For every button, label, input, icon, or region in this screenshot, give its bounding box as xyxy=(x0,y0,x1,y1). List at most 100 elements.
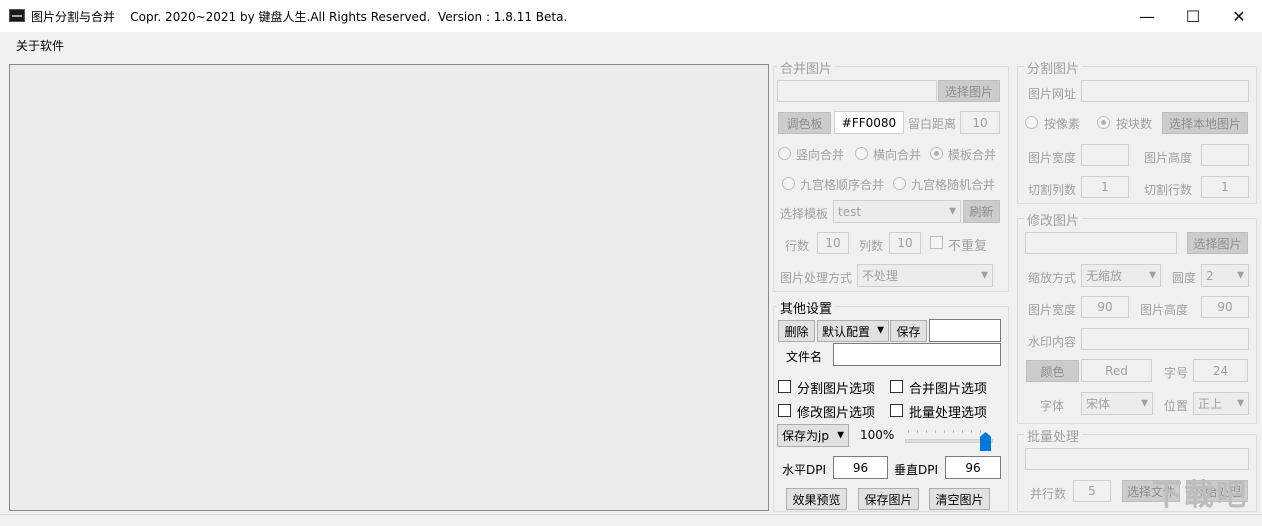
opt-split-checkbox[interactable] xyxy=(778,380,791,393)
clear-image-button[interactable]: 清空图片 xyxy=(929,488,990,510)
palette-button[interactable]: 调色板 xyxy=(778,112,831,134)
menu-bar xyxy=(0,32,1262,56)
maximize-button[interactable]: ☐ xyxy=(1170,0,1216,32)
split-cols-field[interactable]: 1 xyxy=(1081,176,1129,198)
rows-field[interactable]: 10 xyxy=(817,232,849,254)
opt-batch-label: 批量处理选项 xyxy=(909,406,988,421)
font-select[interactable]: 宋体 ▼ xyxy=(1081,392,1153,415)
modify-path-field[interactable] xyxy=(1025,232,1177,254)
font-size-field[interactable]: 24 xyxy=(1193,359,1248,382)
minimize-button[interactable]: — xyxy=(1124,0,1170,32)
image-preview-canvas[interactable] xyxy=(9,64,769,511)
select-local-image-button[interactable]: 选择本地图片 xyxy=(1162,112,1248,134)
vdpi-field[interactable]: 96 xyxy=(945,456,1001,479)
chevron-down-icon: ▼ xyxy=(1141,398,1148,408)
scale-label: 缩放方式 xyxy=(1028,271,1077,285)
vdpi-label: 垂直DPI xyxy=(894,463,939,477)
hdpi-label: 水平DPI xyxy=(782,463,827,477)
modify-height-field[interactable]: 90 xyxy=(1201,296,1249,318)
radio-grid-sequential-label: 九宫格顺序合并 xyxy=(800,178,885,192)
config-select-value: 默认配置 xyxy=(822,324,871,339)
delete-config-button[interactable]: 删除 xyxy=(778,320,815,342)
parallel-field[interactable]: 5 xyxy=(1073,480,1111,502)
split-rows-field[interactable]: 1 xyxy=(1201,176,1249,198)
radio-by-block[interactable] xyxy=(1097,116,1110,129)
radio-vertical-merge[interactable] xyxy=(778,147,791,160)
merge-legend: 合并图片 xyxy=(777,58,836,77)
opt-merge-checkbox[interactable] xyxy=(890,380,903,393)
process-select-value: 不处理 xyxy=(862,269,899,283)
format-select[interactable]: 保存为jp ▼ xyxy=(777,424,849,447)
font-select-value: 宋体 xyxy=(1086,397,1111,411)
refresh-button[interactable]: 刷新 xyxy=(963,200,1000,223)
opt-modify-checkbox[interactable] xyxy=(778,404,791,417)
chevron-down-icon: ▼ xyxy=(981,270,988,280)
modify-select-image-button[interactable]: 选择图片 xyxy=(1187,232,1248,254)
quality-slider[interactable] xyxy=(905,426,995,452)
chevron-down-icon: ▼ xyxy=(949,206,956,216)
radio-template-label: 模板合并 xyxy=(948,148,997,162)
modify-height-label: 图片高度 xyxy=(1140,303,1189,317)
slider-tick xyxy=(953,430,954,433)
gap-field[interactable]: 10 xyxy=(960,111,1000,134)
watermark-color-button[interactable]: 颜色 xyxy=(1026,360,1079,382)
config-name-field[interactable] xyxy=(929,319,1001,342)
modify-width-field[interactable]: 90 xyxy=(1081,296,1129,318)
position-select[interactable]: 正上 ▼ xyxy=(1193,392,1249,415)
app-icon xyxy=(9,9,25,22)
menu-about[interactable]: 关于软件 xyxy=(16,37,64,54)
hdpi-field[interactable]: 96 xyxy=(833,456,888,479)
preview-button[interactable]: 效果预览 xyxy=(786,488,847,510)
font-size-label: 字号 xyxy=(1164,366,1189,380)
config-select[interactable]: 默认配置 ▼ xyxy=(817,320,889,342)
radio-by-pixel[interactable] xyxy=(1025,116,1038,129)
url-field[interactable] xyxy=(1081,80,1249,102)
format-select-value: 保存为jp xyxy=(782,429,829,443)
save-image-button[interactable]: 保存图片 xyxy=(858,488,919,510)
radio-horizontal-merge[interactable] xyxy=(855,147,868,160)
opt-modify-label: 修改图片选项 xyxy=(797,406,876,421)
gap-label: 留白距离 xyxy=(908,117,957,131)
cols-field[interactable]: 10 xyxy=(889,232,921,254)
watermark-label: 水印内容 xyxy=(1028,335,1077,349)
scale-select[interactable]: 无缩放 ▼ xyxy=(1081,264,1161,287)
split-height-field[interactable] xyxy=(1201,144,1249,166)
cols-label: 列数 xyxy=(859,239,884,253)
no-repeat-label: 不重复 xyxy=(948,239,988,254)
split-width-field[interactable] xyxy=(1081,144,1129,166)
watermark-color-field[interactable]: Red xyxy=(1081,359,1152,382)
chevron-down-icon: ▼ xyxy=(1149,270,1156,280)
window-title: 图片分割与合并 Copr. 2020~2021 by 键盘人生.All Righ… xyxy=(31,10,568,24)
opt-batch-checkbox[interactable] xyxy=(890,404,903,417)
save-config-button[interactable]: 保存 xyxy=(890,320,927,342)
split-cols-label: 切割列数 xyxy=(1028,183,1077,197)
slider-tick xyxy=(908,430,909,433)
opt-split-label: 分割图片选项 xyxy=(797,382,876,397)
quality-value: 100% xyxy=(860,428,895,442)
filename-field[interactable] xyxy=(833,343,1001,366)
slider-tick xyxy=(962,430,963,433)
template-select[interactable]: test ▼ xyxy=(833,200,961,223)
split-legend: 分割图片 xyxy=(1024,58,1083,77)
quality-slider-thumb[interactable] xyxy=(980,432,991,451)
merge-color-field[interactable]: #FF0080 xyxy=(834,111,904,134)
merge-select-image-button[interactable]: 选择图片 xyxy=(938,80,1000,102)
no-repeat-checkbox[interactable] xyxy=(930,236,943,249)
merge-path-field[interactable] xyxy=(777,80,937,102)
font-label: 字体 xyxy=(1040,399,1065,413)
rotate-select[interactable]: 2 ▼ xyxy=(1201,264,1249,287)
radio-template-merge[interactable] xyxy=(930,147,943,160)
split-rows-label: 切割行数 xyxy=(1144,183,1193,197)
batch-path-field[interactable] xyxy=(1025,448,1249,470)
template-select-value: test xyxy=(838,204,862,219)
close-button[interactable]: ✕ xyxy=(1216,0,1262,32)
position-label: 位置 xyxy=(1164,399,1189,413)
radio-grid-sequential[interactable] xyxy=(782,177,795,190)
watermark-field[interactable] xyxy=(1081,328,1249,350)
radio-grid-random[interactable] xyxy=(893,177,906,190)
split-width-label: 图片宽度 xyxy=(1028,151,1077,165)
process-select[interactable]: 不处理 ▼ xyxy=(857,264,993,287)
rotate-select-value: 2 xyxy=(1206,268,1214,283)
slider-tick xyxy=(980,430,981,433)
radio-grid-random-label: 九宫格随机合并 xyxy=(911,178,996,192)
